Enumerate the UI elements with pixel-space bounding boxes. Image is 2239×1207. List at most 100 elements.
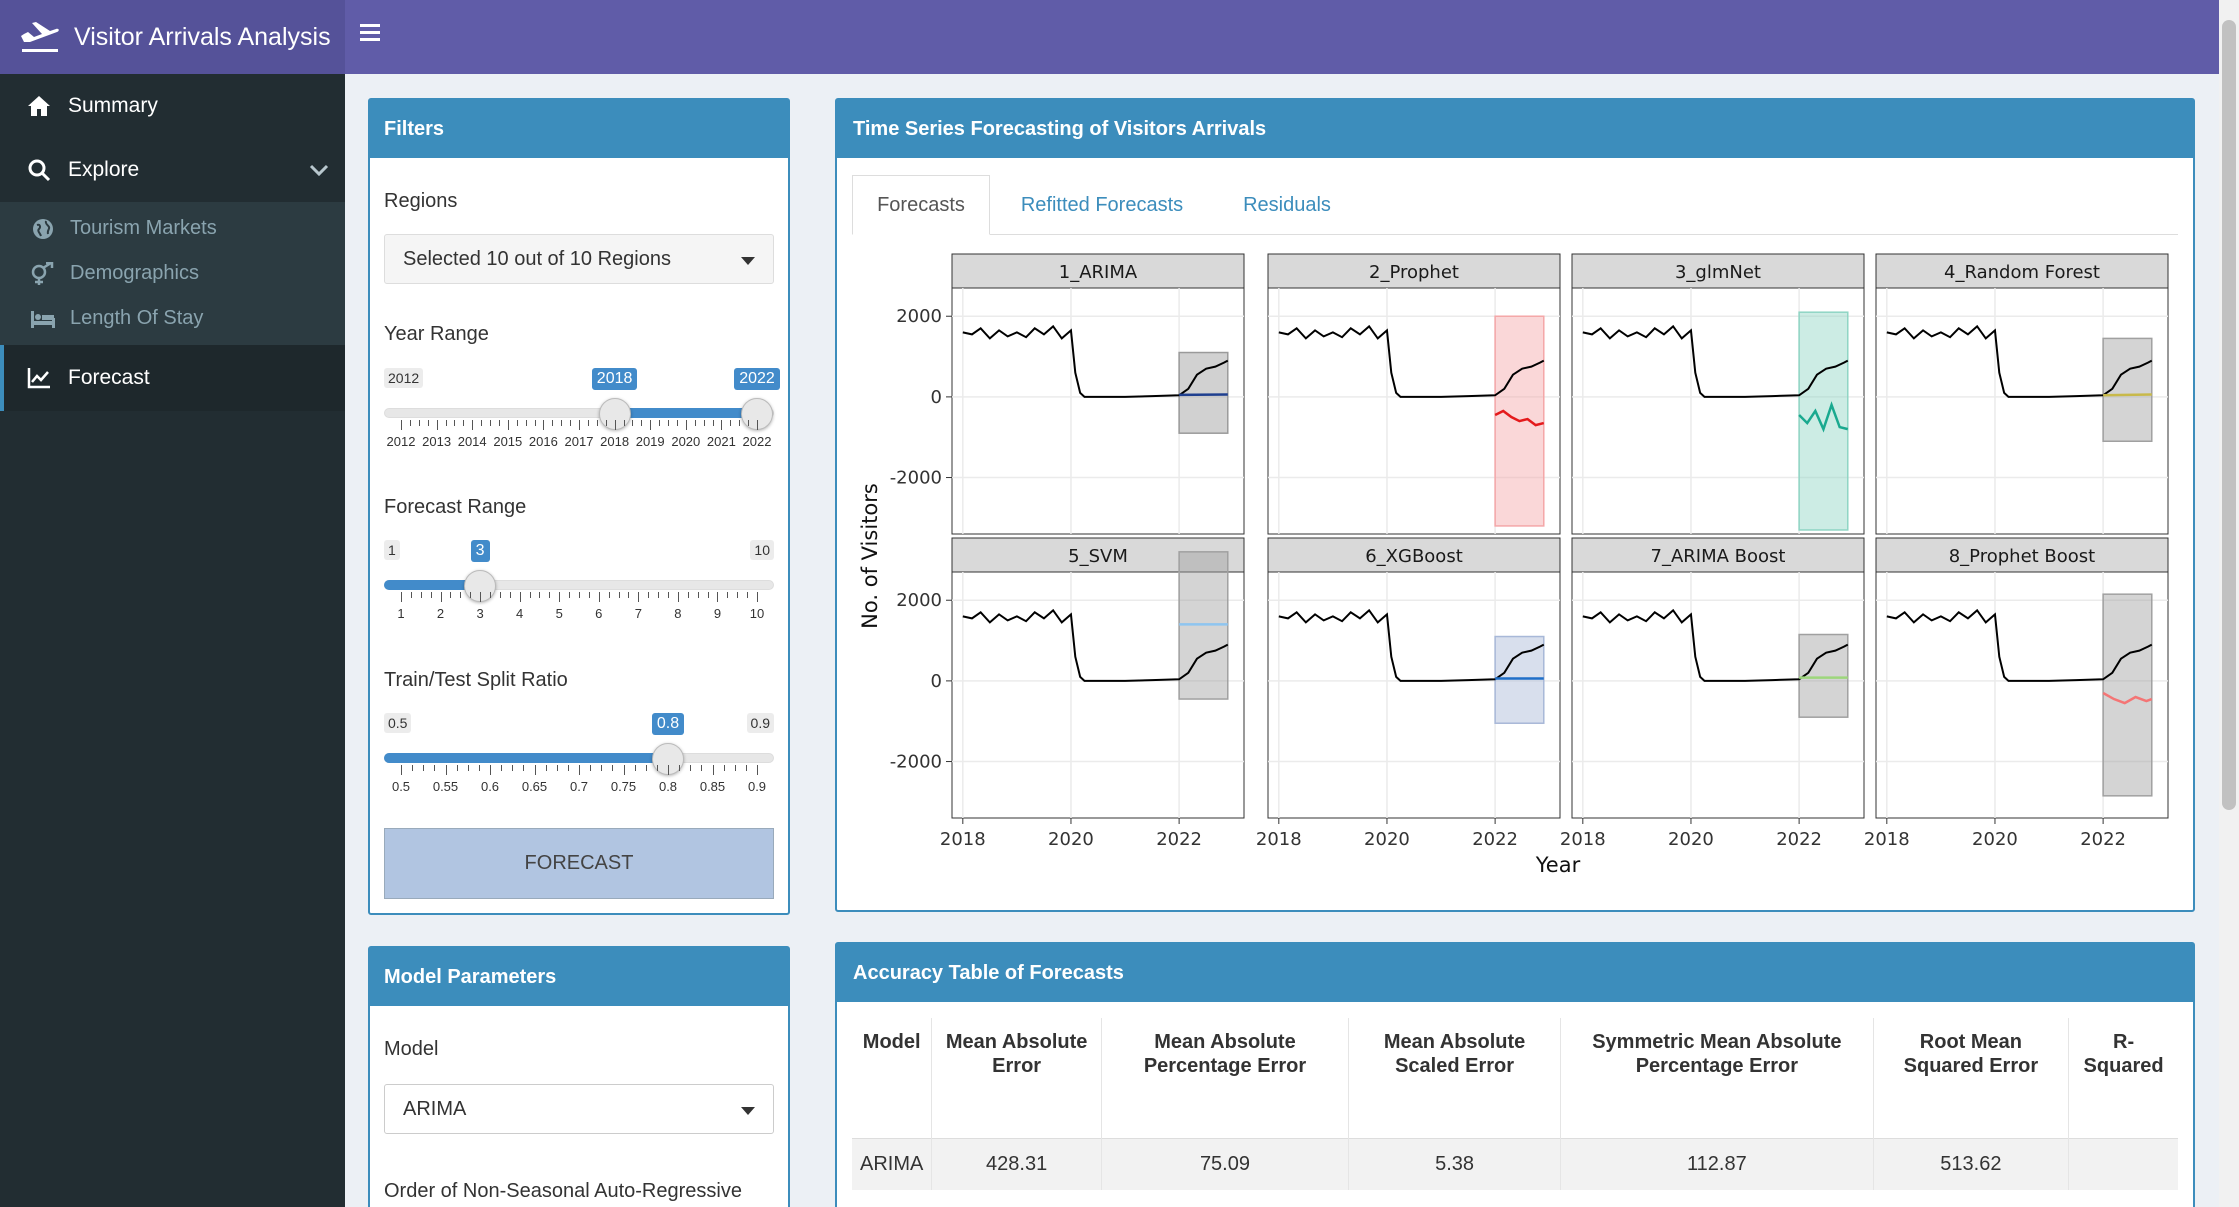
caret-down-icon [741, 1107, 755, 1115]
y-tick-label: 2000 [896, 590, 942, 611]
model-select-value: ARIMA [403, 1097, 467, 1120]
slider-tick [523, 765, 525, 771]
slider-tick [697, 592, 699, 598]
tab-residuals[interactable]: Residuals [1222, 175, 1352, 235]
sidebar-item-tourism-markets[interactable]: Tourism Markets [0, 206, 345, 251]
sidebar-item-label: Forecast [68, 366, 150, 389]
slider-tick [556, 765, 558, 771]
sidebar-item-length-of-stay[interactable]: Length Of Stay [0, 296, 345, 341]
sidebar-toggle-icon[interactable] [360, 22, 382, 47]
sidebar-item-demographics[interactable]: Demographics [0, 251, 345, 296]
slider-tick [601, 765, 603, 771]
x-tick-label: 2022 [1776, 829, 1822, 850]
slider-tick [456, 765, 458, 771]
column-header[interactable]: Root Mean Squared Error [1872, 1018, 2069, 1138]
slider-tick [480, 592, 482, 602]
slider-tick [478, 765, 480, 771]
model-select[interactable]: ARIMA [384, 1084, 774, 1134]
slider-ticks [384, 765, 774, 777]
slider-tick-label: 2019 [635, 434, 665, 449]
facet-title: 5_SVM [1068, 546, 1128, 567]
slider-tick-label: 9 [713, 606, 722, 621]
slider-tick-label: 3 [476, 606, 484, 621]
slider-tick [694, 420, 696, 426]
slider-tick [516, 420, 518, 426]
slider-tick [567, 765, 569, 771]
x-tick-label: 2018 [940, 829, 986, 850]
slider-tick-label: 0.75 [610, 779, 637, 794]
sidebar-item-forecast[interactable]: Forecast [0, 345, 345, 411]
slider-tick [434, 765, 436, 771]
slider-tick [509, 592, 511, 598]
slider-tick [734, 765, 736, 771]
slider-tick [534, 420, 536, 426]
slider-tick [561, 420, 563, 426]
slider-tick [596, 420, 598, 426]
slider-tick-label: 7 [634, 606, 642, 621]
slider-tick-label: 2022 [742, 434, 772, 449]
forecast-range-slider[interactable]: 1 10 3 1 2 3 4 5 6 7 8 9 10 [384, 540, 774, 621]
regions-select-value: Selected 10 out of 10 Regions [403, 247, 671, 270]
slider-tick-label: 0.65 [521, 779, 548, 794]
venus-mars-icon [30, 261, 56, 286]
column-header[interactable]: Mean Absolute Error [931, 1018, 1102, 1138]
slider-tick [676, 420, 678, 426]
facet-title: 1_ARIMA [1059, 262, 1138, 283]
slider-tick [498, 420, 500, 426]
app-brand[interactable]: Visitor Arrivals Analysis [0, 0, 345, 74]
year-range-slider[interactable]: 2012 2018 2022 2012 2013 2014 2015 2016 2017 2… [384, 368, 780, 450]
slider-tick [552, 420, 554, 426]
sidebar-item-summary[interactable]: Summary [0, 74, 345, 138]
split-ratio-slider[interactable]: 0.5 0.9 0.8 0.5 0.55 0.6 0.65 0.7 0.75 0.8 0.85… [384, 713, 774, 794]
slider-tick [401, 420, 402, 430]
slider-tick-label: 0.6 [480, 779, 500, 794]
forecast-facet-chart: 1_ARIMA 2_Prophet 3_glmNet 4_Random Forest 5… [858, 253, 2169, 877]
slider-tick [529, 592, 531, 598]
slider-tick [418, 420, 420, 426]
y-tick-label: -2000 [890, 752, 942, 773]
x-tick-label: 2020 [1048, 829, 1094, 850]
slider-tick [634, 765, 636, 771]
slider-tick [534, 765, 536, 775]
slider-tick [658, 592, 660, 598]
tab-forecasts[interactable]: Forecasts [852, 175, 990, 235]
regions-select[interactable]: Selected 10 out of 10 Regions [384, 234, 774, 284]
sidebar-item-explore[interactable]: Explore [0, 138, 345, 202]
x-tick-label: 2022 [2080, 829, 2126, 850]
column-header[interactable]: Symmetric Mean Absolute Percentage Error [1560, 1018, 1874, 1138]
slider-max-label: 10 [750, 540, 774, 560]
slider-tick [545, 765, 547, 771]
tab-refitted-forecasts[interactable]: Refitted Forecasts [997, 175, 1207, 235]
caret-down-icon [741, 257, 755, 265]
slider-tick [677, 592, 679, 602]
sidebar: Summary Explore Tourism Markets Demograp… [0, 74, 345, 1207]
home-icon [24, 95, 54, 117]
page-scrollbar-thumb[interactable] [2222, 20, 2236, 810]
column-header[interactable]: Mean Absolute Percentage Error [1100, 1018, 1349, 1138]
forecast-button[interactable]: FORECAST [384, 828, 774, 899]
table-row: ARIMA 428.31 75.09 5.38 112.87 513.62 [852, 1138, 2178, 1190]
slider-tick-label: 8 [674, 606, 682, 621]
slider-tick [587, 420, 589, 426]
search-icon [24, 158, 54, 182]
slider-tick [668, 420, 669, 426]
slider-tick [481, 420, 483, 426]
table-cell: 75.09 [1100, 1138, 1349, 1190]
slider-tick [687, 592, 689, 598]
column-header[interactable]: Mean Absolute Scaled Error [1348, 1018, 1561, 1138]
slider-tick-label: 2018 [600, 434, 630, 449]
confidence-band [2102, 593, 2153, 797]
column-header[interactable]: Model [852, 1018, 932, 1138]
slider-bar [614, 408, 757, 418]
slider-tick [650, 420, 652, 430]
globe-icon [30, 218, 56, 240]
slider-tick [648, 592, 650, 598]
slider-from-value: 2018 [591, 368, 638, 390]
column-header[interactable]: R-Squared [2068, 1018, 2178, 1138]
slider-tick-label: 0.85 [699, 779, 726, 794]
table-cell: 112.87 [1560, 1138, 1874, 1190]
slider-tick-label: 0.9 [747, 779, 767, 794]
slider-tick-labels: 2012 2013 2014 2015 2016 2017 2018 2019 2020 2021… [384, 434, 774, 450]
line-chart-icon [24, 367, 54, 389]
slider-tick [717, 592, 719, 602]
